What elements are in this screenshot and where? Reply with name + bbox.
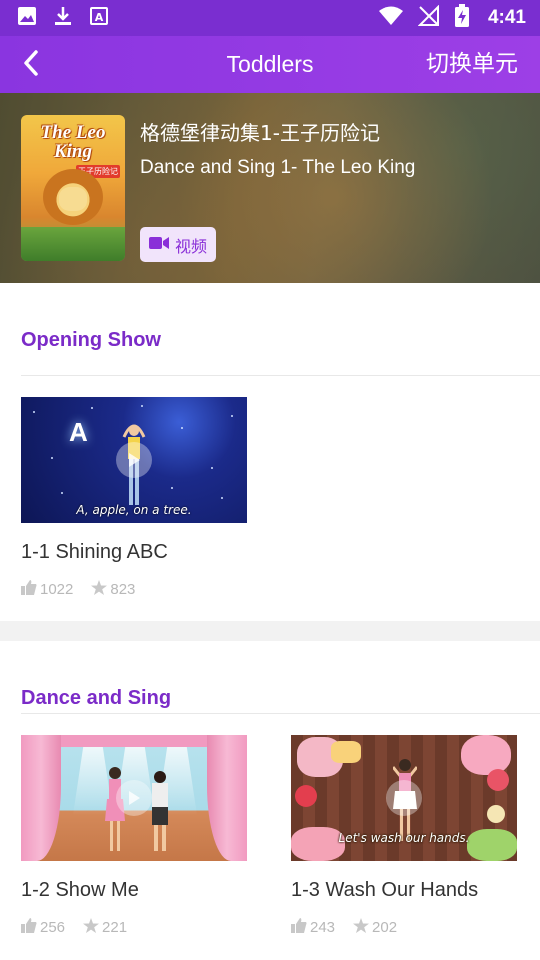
section-title: Dance and Sing [21,687,172,709]
section-title: Opening Show [21,329,161,351]
thumb-caption: A, apple, on a tree. [76,503,192,517]
likes-count: 1022 [40,581,74,598]
svg-text:A: A [95,11,104,24]
video-thumbnail: Let's wash our hands. [291,735,517,861]
chevron-left-icon [21,49,41,81]
status-time: 4:41 [487,7,526,28]
status-bar-right: 4:41 [378,4,526,32]
video-stats: 256 221 [21,918,145,937]
lion-face [59,187,87,211]
no-signal-icon [417,4,440,31]
cover-title: The Leo King [40,122,106,162]
thumb-caption: Let's wash our hands. [338,831,470,845]
image-icon [16,5,38,31]
likes-stat: 1022 [21,580,73,599]
star-icon [91,580,108,599]
status-bar: A 4:41 [0,0,540,36]
video-stats: 243 202 [291,918,415,937]
curtain-left [21,735,61,861]
play-icon [116,780,152,816]
back-button[interactable] [14,48,48,82]
thumbs-up-icon [291,918,307,937]
star-icon [353,918,370,937]
likes-count: 243 [310,919,336,936]
stars-stat: 221 [83,918,127,937]
play-icon [386,780,422,816]
course-title-en: Dance and Sing 1- The Leo King [140,157,416,178]
video-chip-button[interactable]: 视频 [140,227,216,262]
play-icon [116,442,152,478]
divider [21,375,540,376]
thumb-letter: A [69,417,88,447]
thumbs-up-icon [21,918,37,937]
curtain-right [207,735,247,861]
battery-charging-icon [454,4,470,32]
accessibility-icon: A [88,5,110,31]
video-title: 1-1 Shining ABC [21,541,168,563]
stars-count: 202 [372,919,398,936]
course-cover-image: The Leo King 王子历险记 [21,115,125,261]
wifi-icon [378,5,404,31]
likes-stat: 243 [291,918,335,937]
course-title-cn: 格德堡律动集1-王子历险记 [140,121,380,145]
section-header-opening-show: Opening Show [0,283,540,358]
app-bar: Toddlers 切换单元 [0,36,540,93]
divider [21,713,540,714]
video-thumbnail [21,735,247,861]
video-camera-icon [148,235,169,254]
dancer-figure [152,771,168,851]
video-card-wash-our-hands[interactable]: Let's wash our hands. 1-3 Wash Our Hands… [291,735,517,945]
stars-stat: 202 [353,918,397,937]
thumbs-up-icon [21,580,37,599]
cover-grass [21,227,125,261]
video-title: 1-2 Show Me [21,879,139,901]
stars-count: 823 [110,581,136,598]
video-stats: 1022 823 [21,580,153,599]
switch-unit-button[interactable]: 切换单元 [426,36,518,93]
star-icon [83,918,100,937]
video-chip-label: 视频 [174,236,207,256]
likes-stat: 256 [21,918,65,937]
section-header-dance-and-sing: Dance and Sing [0,621,540,709]
video-title: 1-3 Wash Our Hands [291,879,479,901]
likes-count: 256 [40,919,66,936]
video-card-shining-abc[interactable]: A A, apple, on a tree. 1-1 Shining ABC 1… [21,397,247,607]
status-bar-left: A [16,5,110,31]
video-card-show-me[interactable]: 1-2 Show Me 256 221 [21,735,247,945]
video-thumbnail: A A, apple, on a tree. [21,397,247,523]
stars-stat: 823 [91,580,135,599]
stars-count: 221 [102,919,128,936]
download-icon [52,5,74,31]
